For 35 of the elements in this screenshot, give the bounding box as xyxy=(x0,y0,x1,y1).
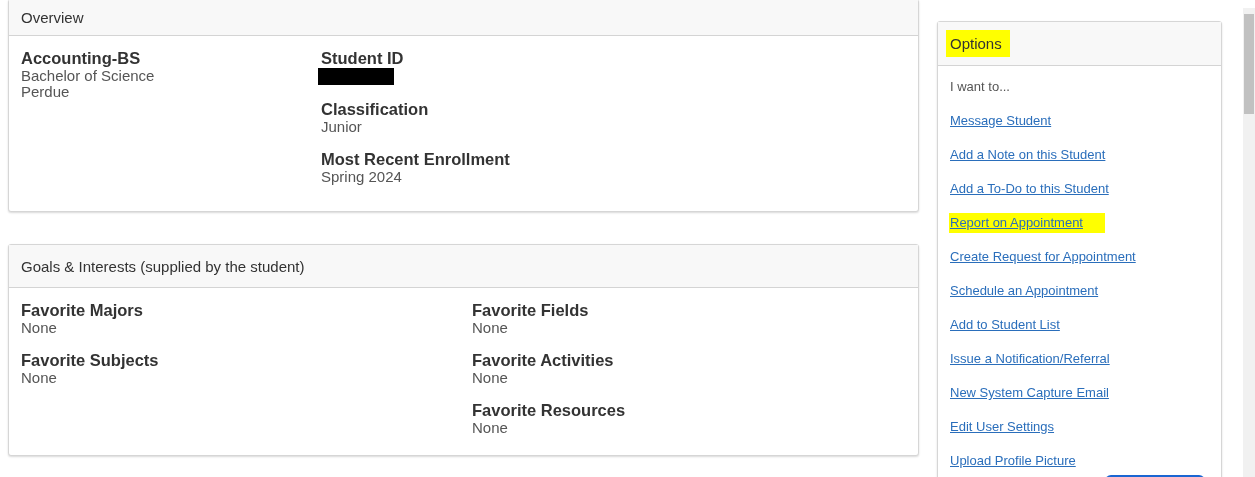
field-label: Favorite Activities xyxy=(472,351,614,370)
option-link[interactable]: Message Student xyxy=(950,113,1052,129)
program-name: Accounting-BS xyxy=(21,49,141,68)
field-value: None xyxy=(472,370,508,386)
scrollbar-thumb[interactable] xyxy=(1244,14,1254,114)
field-value: Spring 2024 xyxy=(321,169,402,185)
field-label: Most Recent Enrollment xyxy=(321,150,510,169)
option-link[interactable]: Create Request for Appointment xyxy=(950,249,1136,265)
option-link[interactable]: Report on Appointment xyxy=(949,213,1105,233)
field-label: Favorite Majors xyxy=(21,301,143,320)
option-link[interactable]: New System Capture Email xyxy=(950,385,1109,401)
option-link[interactable]: Schedule an Appointment xyxy=(950,283,1099,299)
program-detail: Bachelor of Science xyxy=(21,68,155,84)
field-value: None xyxy=(472,420,508,436)
field-label: Classification xyxy=(321,100,429,119)
option-link[interactable]: Add a Note on this Student xyxy=(950,147,1106,163)
options-intro: I want to... xyxy=(950,79,1011,95)
field-value: None xyxy=(21,320,57,336)
option-link[interactable]: Upload Profile Picture xyxy=(950,453,1076,469)
card-title: Options xyxy=(946,30,1010,57)
field-value: None xyxy=(21,370,57,386)
option-link[interactable]: Issue a Notification/Referral xyxy=(950,351,1110,367)
card-title: Goals & Interests (supplied by the student) xyxy=(21,257,305,275)
field-label: Favorite Resources xyxy=(472,401,626,420)
field-value: None xyxy=(472,320,508,336)
option-link[interactable]: Add a To-Do to this Student xyxy=(950,181,1109,197)
field-value: Junior xyxy=(321,119,362,135)
field-label: Favorite Fields xyxy=(472,301,589,320)
option-link[interactable]: Add to Student List xyxy=(950,317,1060,333)
field-label: Student ID xyxy=(321,49,404,68)
program-detail: Perdue xyxy=(21,84,70,100)
field-label: Favorite Subjects xyxy=(21,351,159,370)
scrollbar[interactable] xyxy=(1243,8,1255,477)
card-title: Overview xyxy=(21,9,84,26)
option-link[interactable]: Edit User Settings xyxy=(950,419,1055,435)
